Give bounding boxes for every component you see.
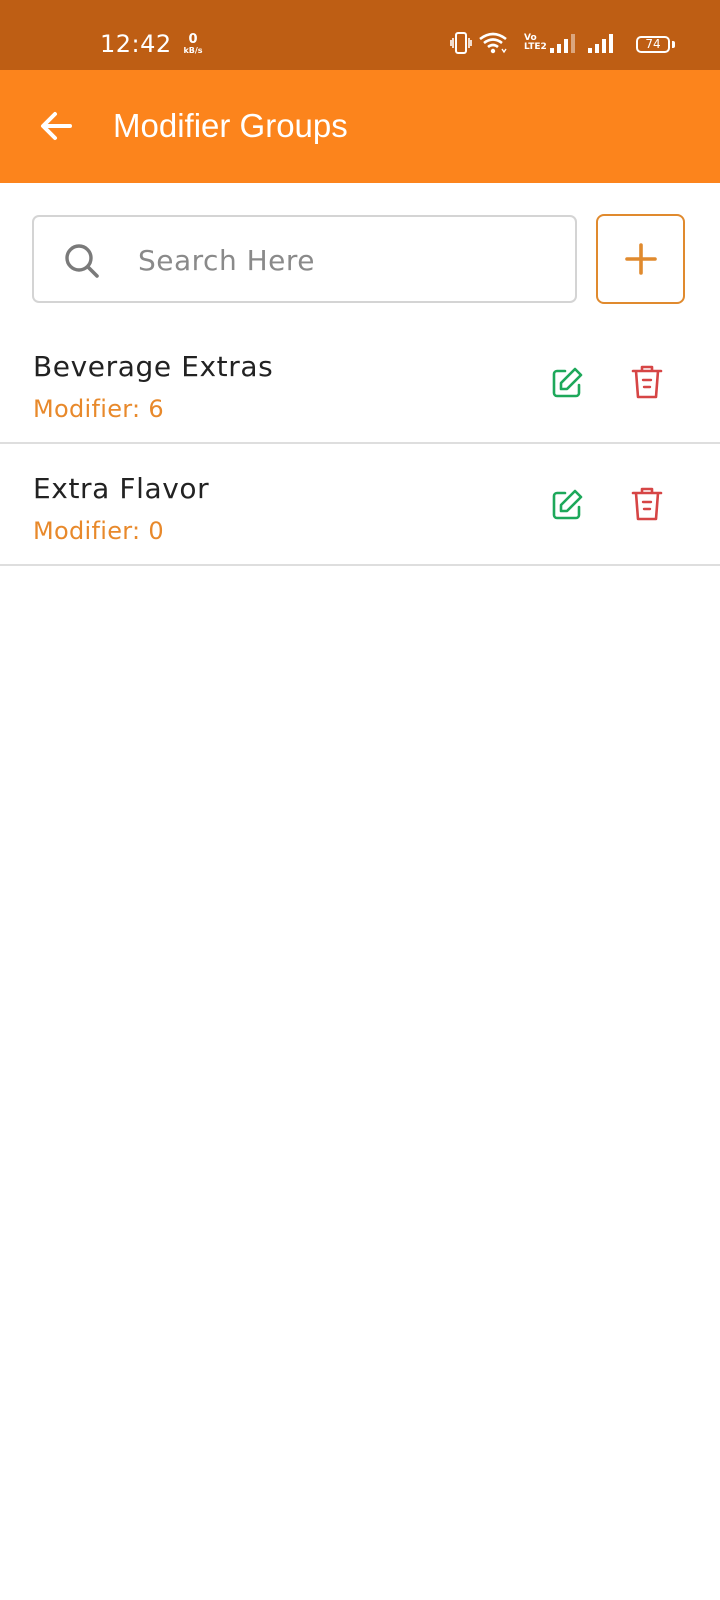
edit-icon	[552, 367, 583, 398]
list-item[interactable]: Beverage Extras Modifier: 6	[0, 322, 720, 444]
volte-bottom: LTE2	[524, 42, 547, 52]
plus-icon	[624, 243, 657, 275]
wifi-icon	[479, 32, 507, 54]
edit-button[interactable]	[544, 360, 590, 406]
network-speed-unit: kB/s	[183, 46, 203, 55]
add-modifier-group-button[interactable]	[596, 214, 685, 304]
battery-icon: 74	[636, 36, 670, 53]
volte-indicator: Vo LTE2	[524, 34, 547, 52]
status-time: 12:42	[100, 30, 172, 58]
network-speed-value: 0	[188, 32, 198, 47]
search-icon	[65, 244, 99, 278]
edit-icon	[552, 489, 583, 520]
modifier-group-list: Beverage Extras Modifier: 6 Extra Flavor…	[0, 322, 720, 566]
vibrate-icon	[450, 32, 472, 54]
page-title: Modifier Groups	[113, 107, 348, 144]
delete-button[interactable]	[624, 359, 670, 405]
edit-button[interactable]	[544, 482, 590, 528]
list-item[interactable]: Extra Flavor Modifier: 0	[0, 444, 720, 566]
app-bar: Modifier Groups	[0, 70, 720, 183]
search-box[interactable]	[32, 215, 577, 303]
trash-icon	[631, 365, 663, 399]
modifier-count: Modifier: 6	[33, 395, 164, 423]
modifier-count: Modifier: 0	[33, 517, 164, 545]
delete-button[interactable]	[624, 481, 670, 527]
trash-icon	[631, 487, 663, 521]
back-button[interactable]	[30, 100, 82, 152]
signal-sim1-icon	[550, 34, 575, 53]
group-name: Beverage Extras	[33, 350, 274, 383]
network-speed: 0 kB/s	[181, 33, 205, 55]
status-bar: 12:42 0 kB/s Vo LTE2 74	[0, 0, 720, 70]
arrow-left-icon	[41, 112, 72, 140]
search-input[interactable]	[138, 235, 558, 285]
group-name: Extra Flavor	[33, 472, 210, 505]
signal-sim2-icon	[588, 34, 613, 53]
battery-tip	[672, 41, 675, 48]
